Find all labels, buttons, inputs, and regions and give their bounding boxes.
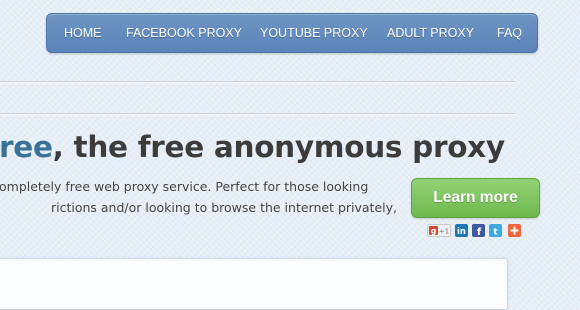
description-line-2: rictions and/or looking to browse the in… (50, 200, 397, 215)
page-title: ree, the free anonymous proxy (0, 130, 505, 164)
learn-more-button[interactable]: Learn more (411, 178, 540, 218)
divider-bottom (0, 113, 515, 115)
description-line-1: ompletely free web proxy service. Perfec… (0, 179, 369, 194)
google-plus-icon[interactable]: g +1 (427, 224, 451, 237)
google-plus-count: +1 (439, 228, 449, 236)
twitter-icon[interactable]: t (489, 224, 502, 237)
divider-top (0, 81, 515, 83)
page-title-rest: , the free anonymous proxy (52, 130, 505, 164)
content-panel (0, 258, 508, 310)
svg-text:g: g (431, 227, 437, 236)
addthis-icon[interactable] (508, 224, 521, 237)
main-nav: HOME FACEBOOK PROXY YOUTUBE PROXY ADULT … (46, 13, 538, 53)
svg-text:f: f (477, 227, 482, 237)
linkedin-icon[interactable]: in (455, 224, 468, 237)
nav-adult-proxy[interactable]: ADULT PROXY (387, 14, 474, 52)
nav-faq[interactable]: FAQ (497, 14, 522, 52)
svg-text:t: t (493, 228, 498, 238)
nav-home[interactable]: HOME (64, 14, 102, 52)
page-title-accent: ree (0, 130, 53, 164)
facebook-icon[interactable]: f (472, 224, 485, 237)
nav-facebook-proxy[interactable]: FACEBOOK PROXY (126, 14, 242, 52)
hero-description: ompletely free web proxy service. Perfec… (0, 176, 397, 218)
svg-text:in: in (457, 227, 466, 237)
nav-youtube-proxy[interactable]: YOUTUBE PROXY (260, 14, 368, 52)
